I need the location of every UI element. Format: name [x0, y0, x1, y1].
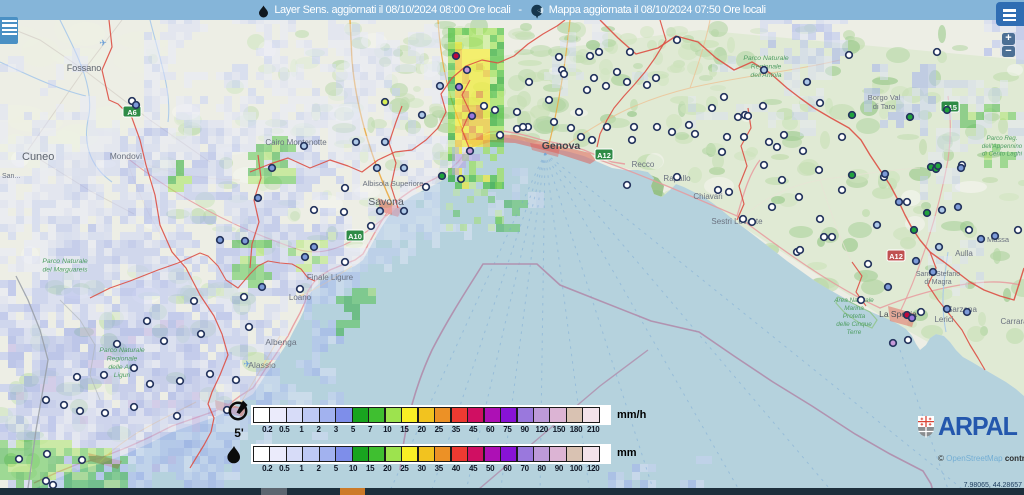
svg-text:Terre: Terre [847, 329, 862, 336]
svg-text:di Cento Laghi: di Cento Laghi [982, 151, 1023, 158]
svg-text:Finale Ligure: Finale Ligure [307, 273, 354, 282]
svg-text:A12: A12 [889, 252, 903, 261]
svg-text:Savona: Savona [368, 196, 404, 208]
svg-text:Aulla: Aulla [955, 249, 973, 258]
svg-text:A12: A12 [597, 151, 611, 160]
svg-text:del Marguareis: del Marguareis [43, 266, 89, 273]
svg-text:A10: A10 [348, 232, 362, 241]
svg-text:5': 5' [234, 426, 244, 440]
svg-text:Recco: Recco [632, 160, 655, 169]
svg-text:✈: ✈ [243, 359, 251, 369]
svg-text:Carrara: Carrara [1000, 317, 1024, 326]
svg-text:Area Naturale: Area Naturale [833, 297, 874, 304]
svg-text:Sarzana: Sarzana [947, 305, 977, 314]
svg-text:delle Cinque: delle Cinque [836, 321, 872, 328]
svg-text:Albisola Superiore: Albisola Superiore [363, 179, 424, 188]
svg-text:Regionale: Regionale [107, 355, 138, 362]
svg-text:Albenga: Albenga [265, 337, 296, 347]
svg-text:A6: A6 [127, 108, 137, 117]
svg-text:Santo Stefano: Santo Stefano [916, 271, 960, 278]
svg-text:Mondovì: Mondovì [110, 151, 143, 161]
svg-text:✈: ✈ [99, 38, 107, 48]
svg-text:Fossano: Fossano [67, 63, 102, 73]
svg-text:Loano: Loano [289, 293, 312, 302]
svg-text:Cairo Montenotte: Cairo Montenotte [265, 138, 327, 147]
svg-text:di Magra: di Magra [924, 279, 951, 286]
svg-text:Marina: Marina [844, 305, 864, 312]
svg-text:Borgo Val: Borgo Val [868, 93, 901, 102]
svg-text:dell'Appennino: dell'Appennino [982, 143, 1023, 150]
svg-text:di Taro: di Taro [873, 102, 895, 111]
svg-text:Alassio: Alassio [248, 360, 276, 370]
svg-text:Liguri: Liguri [114, 372, 131, 379]
svg-text:Parco Reg.: Parco Reg. [987, 135, 1018, 142]
svg-text:Lerici: Lerici [934, 315, 953, 324]
svg-text:Parco Naturale: Parco Naturale [99, 347, 145, 354]
svg-text:Genova: Genova [542, 140, 581, 152]
svg-text:San...: San... [2, 173, 20, 180]
svg-text:Parco Naturale: Parco Naturale [42, 258, 88, 265]
svg-text:Protetta: Protetta [843, 313, 866, 320]
svg-text:Parco Naturale: Parco Naturale [743, 55, 789, 62]
svg-text:Cuneo: Cuneo [22, 151, 54, 163]
